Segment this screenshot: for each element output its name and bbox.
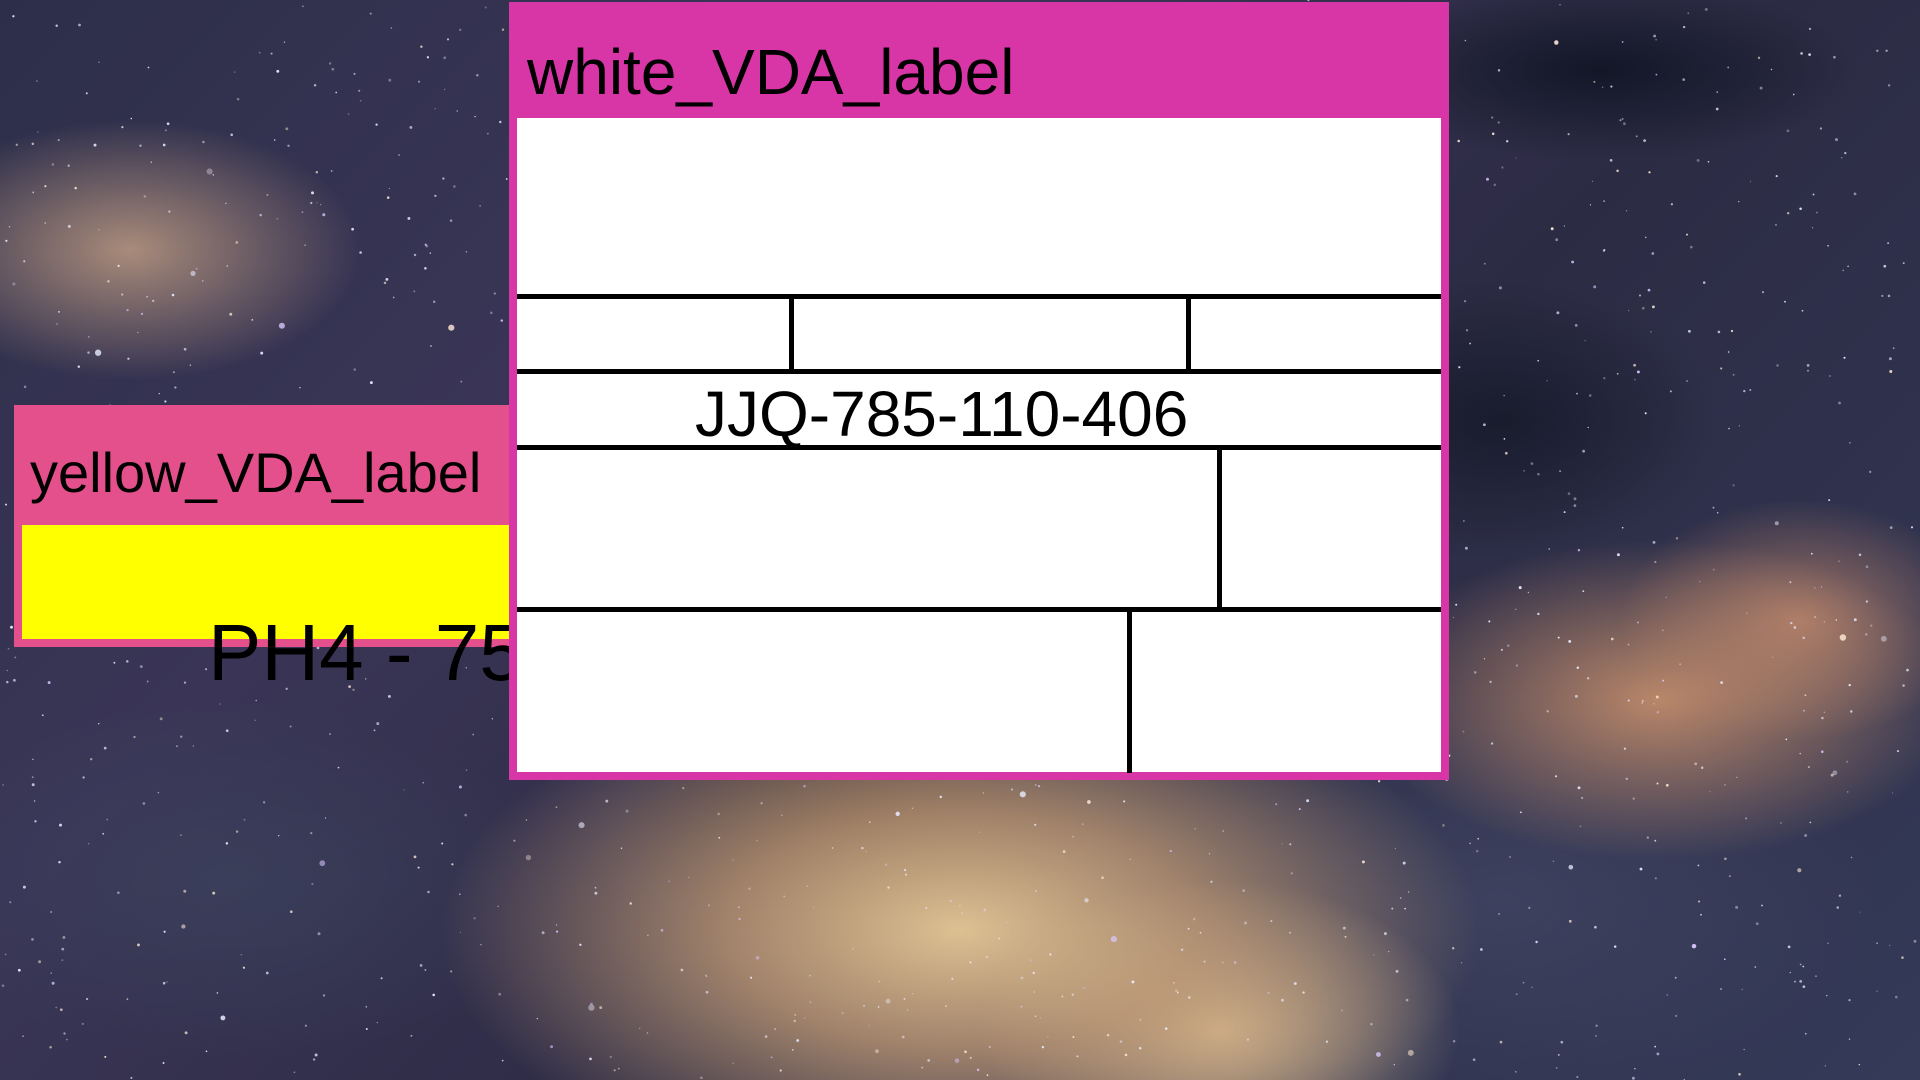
- label-grid-line: [789, 294, 794, 374]
- yellow-label-code: PH4 - 75: [208, 608, 524, 697]
- yellow-window-title-bar[interactable]: yellow_VDA_label: [14, 405, 544, 517]
- white-window-title: white_VDA_label: [527, 36, 1015, 108]
- label-grid-line: [1186, 294, 1191, 374]
- yellow-window-title: yellow_VDA_label: [30, 441, 482, 504]
- label-grid-line: [517, 607, 1441, 612]
- yellow-label-body: PH4 - 75: [14, 517, 544, 693]
- yellow-vda-label-window[interactable]: yellow_VDA_label PH4 - 75: [14, 405, 544, 745]
- desktop: yellow_VDA_label PH4 - 75 white_VDA_labe…: [0, 0, 1920, 1080]
- white-label-code: JJQ-785-110-406: [695, 378, 1189, 450]
- white-label-body: JJQ-785-110-406: [509, 112, 1449, 780]
- label-grid-line: [517, 294, 1441, 299]
- label-grid-line: [517, 369, 1441, 374]
- label-grid-line: [1127, 607, 1132, 773]
- white-window-title-bar[interactable]: white_VDA_label: [509, 2, 1449, 114]
- white-vda-label-window[interactable]: white_VDA_label JJQ-785-110-406: [509, 2, 1449, 780]
- label-grid-line: [1217, 445, 1222, 612]
